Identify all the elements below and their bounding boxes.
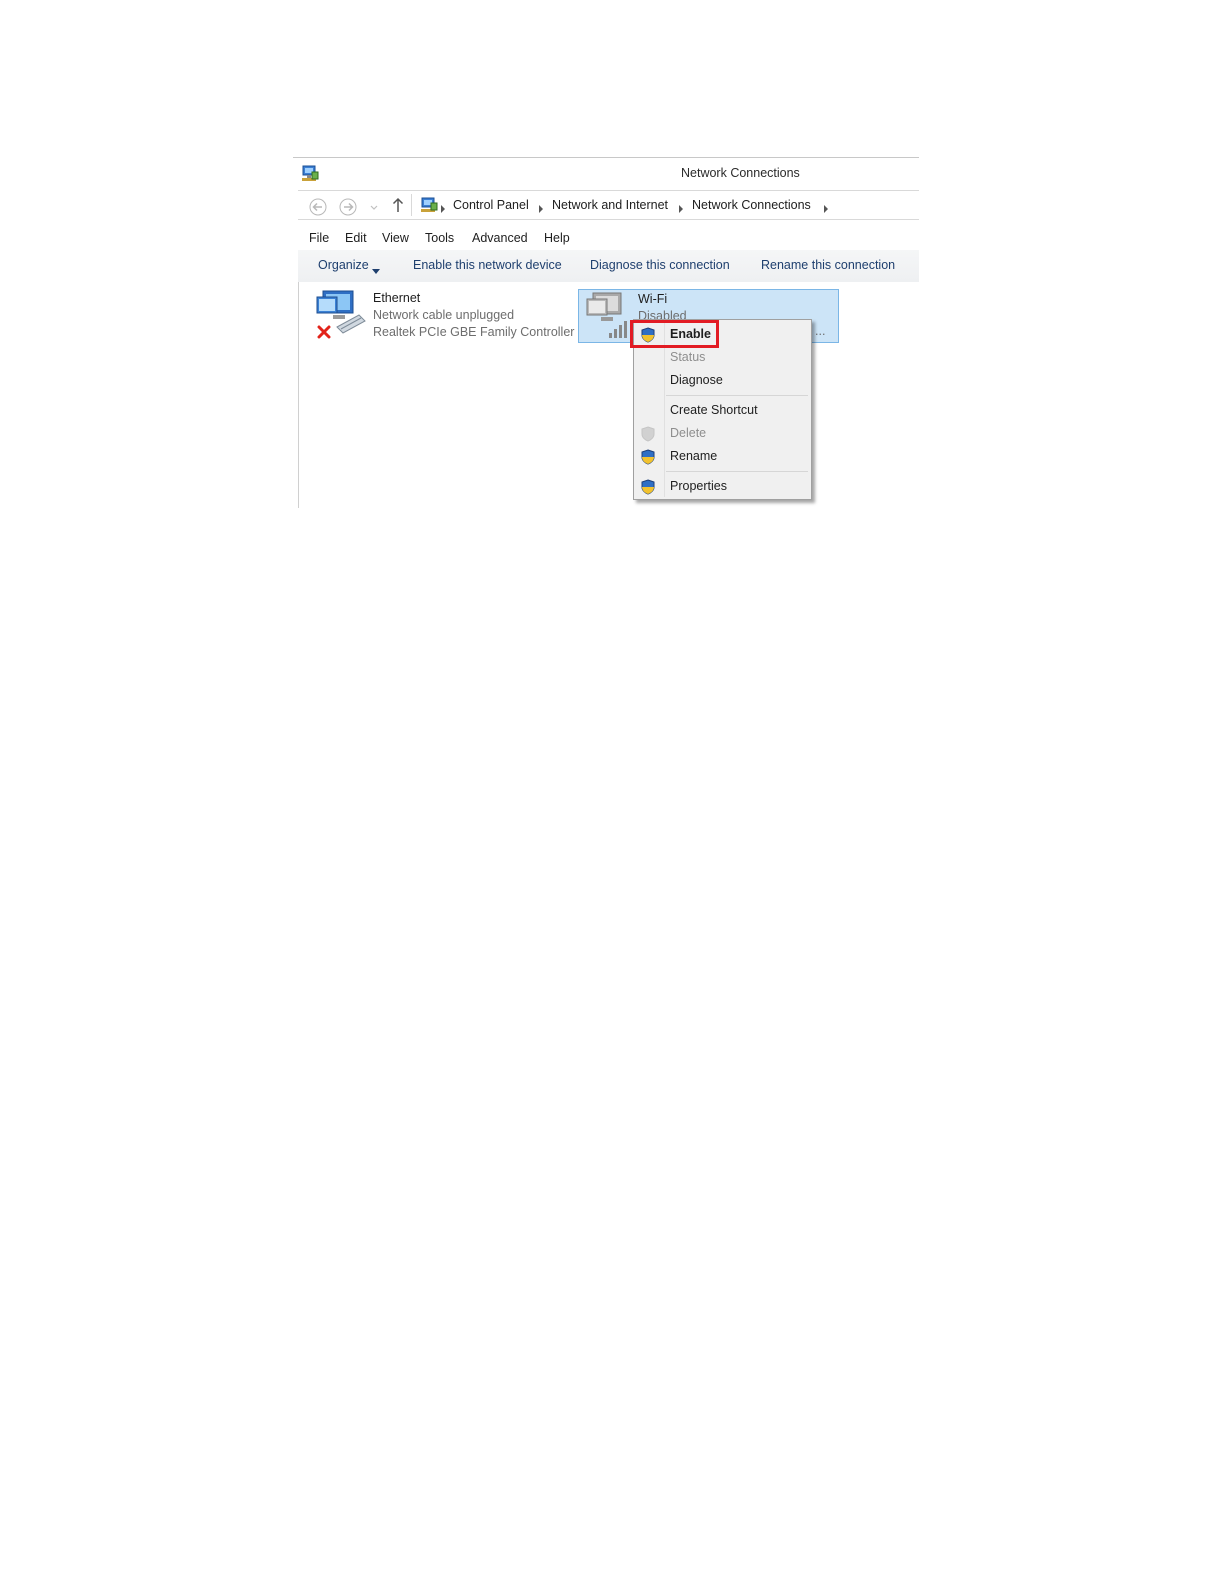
menu-item-rename[interactable]: Rename <box>670 449 717 463</box>
enable-highlight-box <box>630 320 719 348</box>
breadcrumb-control-panel[interactable]: Control Panel <box>453 198 529 212</box>
uac-shield-icon <box>640 449 656 468</box>
control-panel-icon <box>420 197 438 216</box>
menu-bar: File Edit View Tools Advanced Help <box>298 230 919 250</box>
organize-button[interactable]: Organize <box>318 258 369 272</box>
network-connections-icon <box>301 165 319 186</box>
menu-advanced[interactable]: Advanced <box>472 231 528 245</box>
connection-name: Ethernet <box>373 291 421 305</box>
menu-separator <box>666 471 808 472</box>
title-bar: Network Connections <box>293 158 919 188</box>
connection-device: ... <box>815 324 826 338</box>
back-arrow-icon[interactable] <box>309 198 327 219</box>
breadcrumb-chevron-icon[interactable] <box>823 202 829 216</box>
uac-shield-icon <box>640 426 656 445</box>
connection-device: Realtek PCIe GBE Family Controller <box>373 325 575 339</box>
connection-item-ethernet[interactable]: Ethernet Network cable unplugged Realtek… <box>313 289 575 342</box>
enable-device-button[interactable]: Enable this network device <box>413 258 562 272</box>
menu-edit[interactable]: Edit <box>345 231 367 245</box>
command-bar: Organize Enable this network device Diag… <box>298 250 919 282</box>
rename-connection-button[interactable]: Rename this connection <box>761 258 895 272</box>
breadcrumb-chevron-icon[interactable] <box>678 202 684 216</box>
menu-view[interactable]: View <box>382 231 409 245</box>
disconnected-x-icon <box>317 325 331 342</box>
breadcrumb-chevron-icon[interactable] <box>440 202 446 216</box>
wifi-adapter-icon <box>583 291 637 344</box>
up-arrow-icon[interactable] <box>392 197 404 216</box>
connection-name: Wi-Fi <box>638 292 668 306</box>
menu-help[interactable]: Help <box>544 231 570 245</box>
address-bar: Control Panel Network and Internet Netwo… <box>298 190 919 220</box>
menu-file[interactable]: File <box>309 231 329 245</box>
menu-item-properties[interactable]: Properties <box>670 479 727 493</box>
menu-separator <box>666 395 808 396</box>
content-border <box>298 282 299 508</box>
connection-status: Network cable unplugged <box>373 308 515 322</box>
breadcrumb-network-connections[interactable]: Network Connections <box>692 198 811 212</box>
menu-item-create-shortcut[interactable]: Create Shortcut <box>670 403 758 417</box>
window-title: Network Connections <box>681 166 800 180</box>
recent-locations-chevron-icon[interactable] <box>369 201 379 215</box>
uac-shield-icon <box>640 479 656 498</box>
network-connections-window: Network Connections Control Panel Networ… <box>293 157 919 508</box>
menu-tools[interactable]: Tools <box>425 231 454 245</box>
diagnose-connection-button[interactable]: Diagnose this connection <box>590 258 730 272</box>
menu-item-diagnose[interactable]: Diagnose <box>670 373 723 387</box>
menu-item-status: Status <box>670 350 706 364</box>
forward-arrow-icon[interactable] <box>339 198 357 219</box>
organize-dropdown-icon[interactable] <box>372 263 380 277</box>
menu-item-delete: Delete <box>670 426 707 440</box>
menu-gutter <box>664 322 665 497</box>
breadcrumb-chevron-icon[interactable] <box>538 202 544 216</box>
breadcrumb: Control Panel Network and Internet Netwo… <box>411 194 919 216</box>
breadcrumb-network-and-internet[interactable]: Network and Internet <box>552 198 668 212</box>
